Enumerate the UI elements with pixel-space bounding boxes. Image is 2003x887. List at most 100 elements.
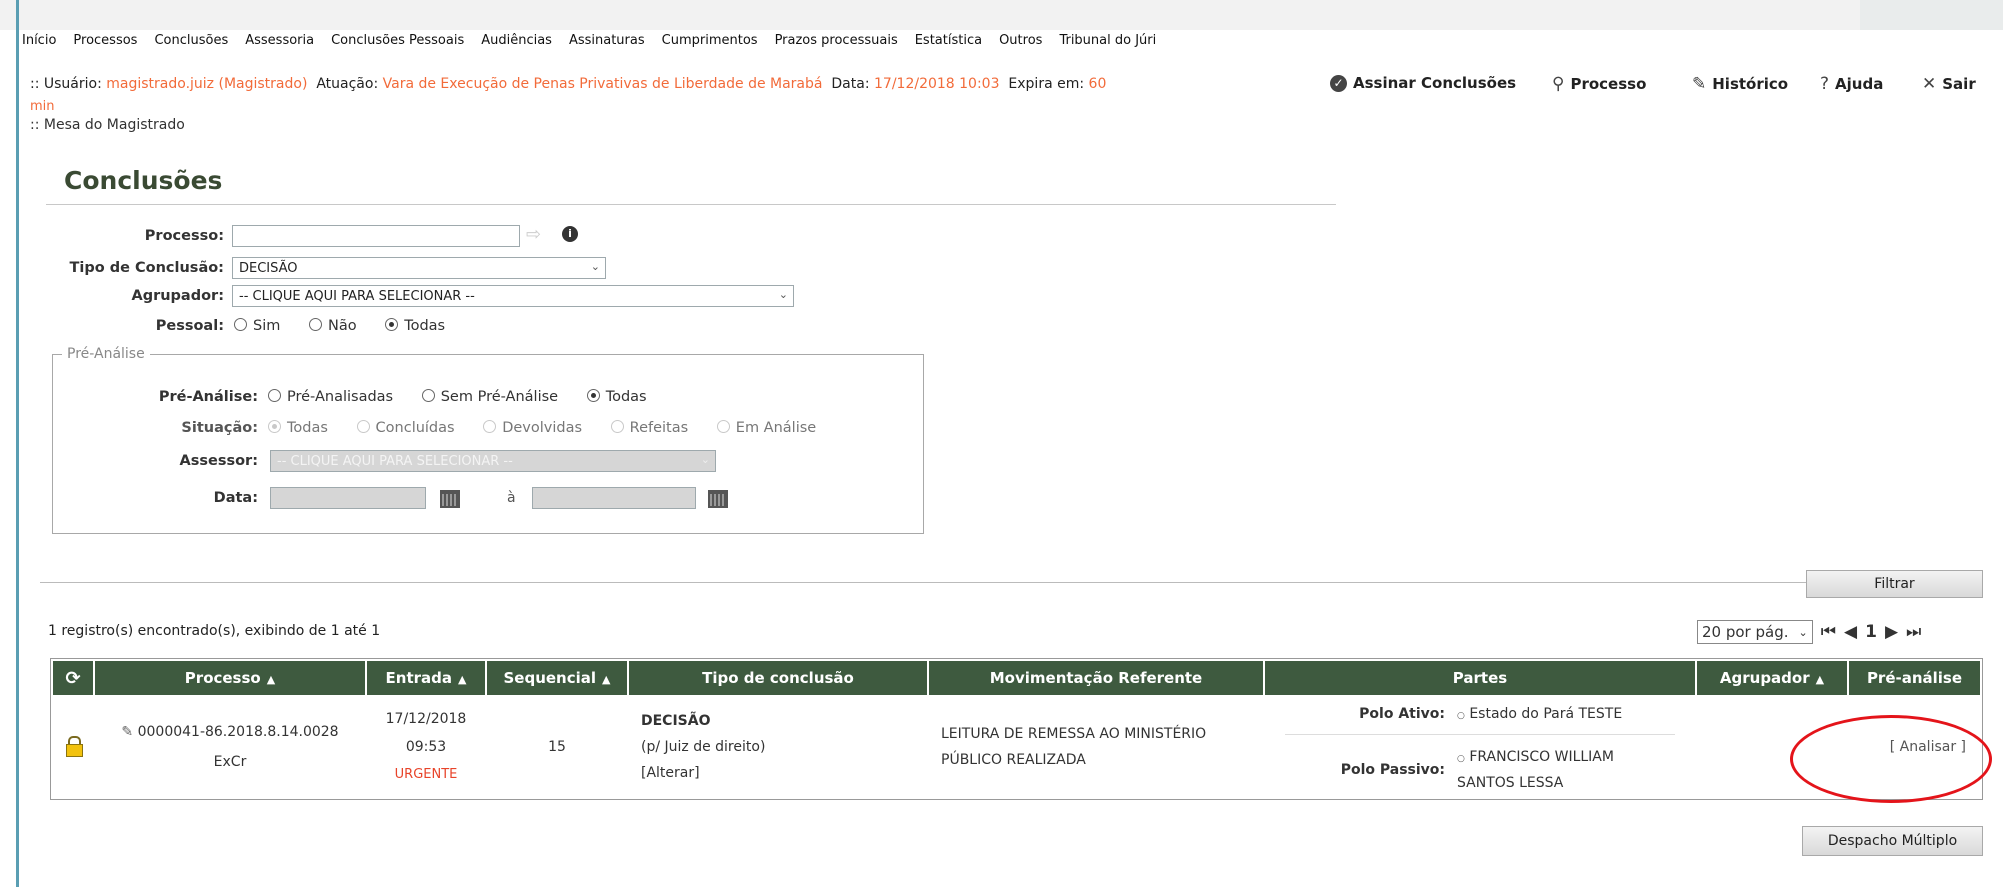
- menu-item-cumprimentos[interactable]: Cumprimentos: [662, 33, 758, 48]
- situacao-concluidas-radio[interactable]: Concluídas: [356, 420, 455, 436]
- search-icon: ⚲: [1552, 74, 1565, 94]
- last-page-icon[interactable]: ⏭: [1906, 622, 1921, 642]
- pre-analise-label: Pré-Análise:: [158, 389, 258, 405]
- agrupador-label: Agrupador:: [131, 288, 224, 304]
- col-processo[interactable]: Processo ▲: [95, 661, 365, 695]
- conclusoes-table: ⟳ Processo ▲ Entrada ▲ Sequencial ▲ Tipo de…: [50, 658, 1983, 800]
- filter-divider: [40, 582, 1807, 583]
- sair-button[interactable]: ✕ Sair: [1922, 74, 1976, 94]
- col-agrupador[interactable]: Agrupador ▲: [1697, 661, 1847, 695]
- calendar-icon[interactable]: [440, 490, 460, 508]
- first-page-icon[interactable]: ⏮: [1821, 622, 1836, 642]
- col-pre-analise: Pré-análise: [1849, 661, 1980, 695]
- calendar-icon[interactable]: [708, 490, 728, 508]
- pre-analise-fieldset: [52, 354, 924, 534]
- atuacao-label: Atuação:: [316, 76, 379, 92]
- title-divider: [46, 204, 1336, 205]
- radio-icon: [268, 389, 281, 402]
- sem-pre-analise-radio[interactable]: Sem Pré-Análise: [421, 389, 558, 405]
- sequencial-cell: 15: [548, 739, 566, 755]
- lock-cell: [53, 697, 93, 797]
- situacao-concluidas-label: Concluídas: [375, 420, 455, 436]
- menu-item-inicio[interactable]: Início: [22, 33, 56, 48]
- processo-input[interactable]: [232, 225, 520, 247]
- radio-icon: [308, 318, 322, 331]
- col-entrada-label: Entrada: [385, 669, 452, 687]
- filtrar-button[interactable]: Filtrar: [1806, 570, 1983, 598]
- check-circle-icon: ✓: [1330, 74, 1347, 92]
- pessoal-nao-radio[interactable]: Não: [308, 318, 357, 334]
- pencil-icon[interactable]: ✎: [121, 724, 133, 740]
- lock-icon[interactable]: [66, 736, 83, 757]
- col-sequencial[interactable]: Sequencial ▲: [487, 661, 627, 695]
- despacho-multiplo-button[interactable]: Despacho Múltiplo: [1802, 826, 1983, 856]
- ajuda-button[interactable]: ? Ajuda: [1820, 74, 1883, 94]
- pessoal-todas-radio[interactable]: Todas: [385, 318, 445, 334]
- tipo-conclusao-value: DECISÃO: [239, 261, 298, 276]
- info-icon[interactable]: i: [562, 226, 578, 242]
- menu-item-assinaturas[interactable]: Assinaturas: [569, 33, 645, 48]
- historico-button[interactable]: ✎ Histórico: [1692, 74, 1788, 94]
- situacao-devolvidas-radio[interactable]: Devolvidas: [483, 420, 582, 436]
- processo-search-button[interactable]: ⚲ Processo: [1552, 74, 1646, 94]
- data-end-input[interactable]: [532, 487, 696, 509]
- refresh-header[interactable]: ⟳: [53, 661, 93, 695]
- next-page-icon[interactable]: ▶: [1885, 622, 1898, 642]
- breadcrumb: :: Mesa do Magistrado: [30, 117, 185, 133]
- prev-page-icon[interactable]: ◀: [1844, 622, 1857, 642]
- entrada-date: 17/12/2018: [385, 711, 467, 727]
- chevron-down-icon: ⌄: [700, 453, 710, 466]
- agrupador-value: -- CLIQUE AQUI PARA SELECIONAR --: [239, 289, 475, 304]
- pessoal-sim-radio[interactable]: Sim: [234, 318, 280, 334]
- sort-icon: ▲: [458, 673, 467, 686]
- data-start-input[interactable]: [270, 487, 426, 509]
- tipo-conclusao-select[interactable]: DECISÃO ⌄: [232, 257, 606, 279]
- per-page-select[interactable]: 20 por pág. ⌄: [1697, 620, 1813, 644]
- result-count: 1 registro(s) encontrado(s), exibindo de…: [48, 623, 381, 639]
- radio-selected-icon: [586, 389, 600, 402]
- situacao-devolvidas-label: Devolvidas: [502, 420, 583, 436]
- page-title: Conclusões: [64, 166, 223, 195]
- menu-item-prazos-processuais[interactable]: Prazos processuais: [775, 33, 898, 48]
- menu-item-assessoria[interactable]: Assessoria: [245, 33, 314, 48]
- processo-number[interactable]: 0000041-86.2018.8.14.0028: [138, 724, 339, 740]
- situacao-todas-radio[interactable]: Todas: [268, 420, 328, 436]
- menu-item-processos[interactable]: Processos: [73, 33, 137, 48]
- assinar-conclusoes-button[interactable]: ✓ Assinar Conclusões: [1330, 74, 1516, 92]
- pagination: 20 por pág. ⌄ ⏮ ◀ 1 ▶ ⏭: [1697, 620, 1921, 644]
- polo-passivo-label: Polo Passivo:: [1340, 761, 1445, 778]
- menu-item-audiencias[interactable]: Audiências: [481, 33, 552, 48]
- menu-item-tribunal-do-juri[interactable]: Tribunal do Júri: [1059, 33, 1156, 48]
- tipo-value: DECISÃO: [641, 713, 711, 729]
- per-page-value: 20 por pág.: [1702, 623, 1789, 641]
- situacao-refeitas-radio[interactable]: Refeitas: [610, 420, 688, 436]
- radio-icon: [610, 420, 624, 433]
- col-processo-label: Processo: [184, 669, 261, 687]
- sort-icon: ▲: [602, 673, 611, 686]
- processo-label: Processo:: [144, 228, 224, 244]
- assessor-label: Assessor:: [179, 453, 259, 469]
- arrow-right-icon[interactable]: ⇨: [526, 224, 541, 245]
- situacao-label: Situação:: [181, 420, 258, 436]
- agrupador-select[interactable]: -- CLIQUE AQUI PARA SELECIONAR -- ⌄: [232, 285, 794, 307]
- tipo-sub: (p/ Juiz de direito): [641, 739, 766, 755]
- date-value: 17/12/2018 10:03: [874, 76, 1000, 92]
- pencil-icon: ✎: [1692, 74, 1707, 94]
- situacao-em-analise-radio[interactable]: Em Análise: [716, 420, 816, 436]
- alterar-link[interactable]: [Alterar]: [641, 760, 927, 786]
- pre-todas-radio[interactable]: Todas: [586, 389, 647, 405]
- assinar-conclusoes-label: Assinar Conclusões: [1353, 74, 1517, 92]
- radio-icon: [716, 420, 730, 433]
- menu-item-conclusoes-pessoais[interactable]: Conclusões Pessoais: [331, 33, 464, 48]
- menu-item-conclusoes[interactable]: Conclusões: [154, 33, 228, 48]
- menu-item-outros[interactable]: Outros: [999, 33, 1042, 48]
- pre-analisadas-radio[interactable]: Pré-Analisadas: [268, 389, 393, 405]
- assessor-select[interactable]: -- CLIQUE AQUI PARA SELECIONAR -- ⌄: [270, 450, 716, 472]
- col-entrada[interactable]: Entrada ▲: [367, 661, 485, 695]
- situacao-radio-group: Todas Concluídas Devolvidas Refeitas Em …: [268, 420, 840, 436]
- menu-item-estatistica[interactable]: Estatística: [915, 33, 982, 48]
- top-bar-background: [0, 0, 1860, 30]
- radio-selected-icon: [268, 420, 281, 433]
- bullet-icon: ○: [1457, 753, 1465, 764]
- pre-analise-radio-group: Pré-Analisadas Sem Pré-Análise Todas: [268, 389, 671, 405]
